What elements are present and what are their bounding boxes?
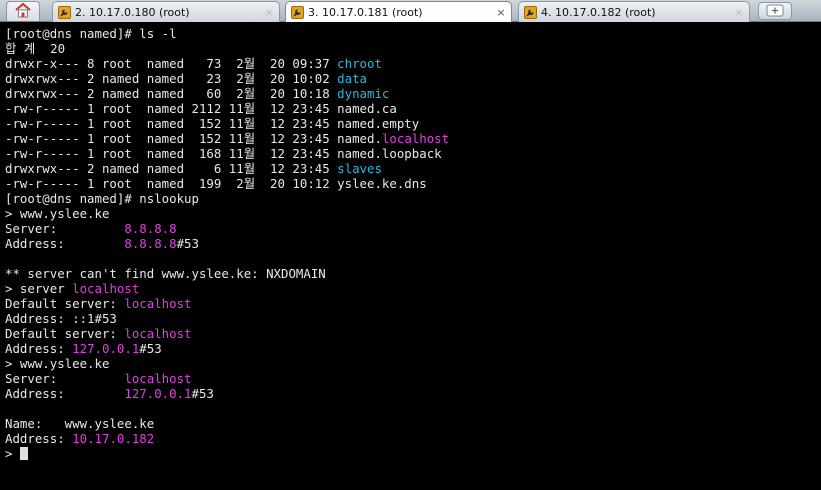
terminal-text: drwxrwx--- 2 named named 60 2월 20 10:18 (5, 86, 338, 101)
terminal-line: -rw-r----- 1 root named 2112 11월 12 23:4… (5, 101, 821, 116)
terminal-text: > www.yslee.ke (5, 356, 110, 371)
terminal-text: Address: (5, 431, 73, 446)
terminal-text: -rw-r----- 1 root named 168 11월 12 23:45… (5, 146, 442, 161)
highlighted-text: 127.0.0.1 (124, 386, 192, 401)
terminal-text: Address: (5, 386, 125, 401)
close-icon[interactable]: × (732, 6, 746, 19)
terminal-output[interactable]: [root@dns named]# ls -l 합 계 20 drwxr-x--- … (0, 22, 821, 490)
terminal-text: [root@dns named]# ls -l (5, 26, 177, 41)
terminal-line: > www.yslee.ke (5, 356, 821, 371)
highlighted-text: localhost (381, 131, 450, 146)
highlighted-text: localhost (124, 296, 192, 311)
directory-name: data (337, 71, 368, 86)
highlighted-text: localhost (124, 326, 192, 341)
terminal-line: Address: 127.0.0.1#53 (5, 386, 821, 401)
terminal-line: Address: ::1#53 (5, 311, 821, 326)
terminal-line: Address: 10.17.0.182 (5, 431, 821, 446)
terminal-text: ** server can't find www.yslee.ke: NXDOM… (5, 266, 326, 281)
terminal-line: drwxrwx--- 2 named named 6 11월 12 23:45 … (5, 161, 821, 176)
terminal-text: > www.yslee.ke (5, 206, 110, 221)
terminal-text: #53 (176, 236, 199, 251)
terminal-line: Default server: localhost (5, 326, 821, 341)
tab-label: 2. 10.17.0.180 (root) (75, 5, 190, 19)
highlighted-text: 10.17.0.182 (72, 431, 155, 446)
terminal-text: Name: www.yslee.ke (5, 416, 155, 431)
terminal-line: > server localhost (5, 281, 821, 296)
terminal-text: drwxr-x--- 8 root named 73 2월 20 09:37 (5, 56, 338, 71)
highlighted-text: 8.8.8.8 (124, 221, 177, 236)
terminal-line: Address: 127.0.0.1#53 (5, 341, 821, 356)
terminal-text: > (5, 446, 20, 461)
directory-name: chroot (337, 56, 382, 71)
wrench-icon (58, 5, 71, 19)
terminal-line: ** server can't find www.yslee.ke: NXDOM… (5, 266, 821, 281)
terminal-line: -rw-r----- 1 root named 152 11월 12 23:45… (5, 116, 821, 131)
highlighted-text: localhost (72, 281, 140, 296)
terminal-text: drwxrwx--- 2 named named 23 2월 20 10:02 (5, 71, 338, 86)
terminal-text: drwxrwx--- 2 named named 6 11월 12 23:45 (5, 161, 338, 176)
wrench-icon (524, 5, 537, 19)
terminal-text: Address: (5, 236, 125, 251)
wrench-icon (291, 6, 304, 19)
terminal-text: Default server: (5, 326, 125, 341)
terminal-line: Name: www.yslee.ke (5, 416, 821, 431)
terminal-line: drwxrwx--- 2 named named 60 2월 20 10:18 … (5, 86, 821, 101)
terminal-text: Server: (5, 221, 125, 236)
terminal-line: Address: 8.8.8.8#53 (5, 236, 821, 251)
directory-name: slaves (337, 161, 382, 176)
terminal-text: > server (5, 281, 73, 296)
terminal-text: Server: (5, 371, 125, 386)
terminal-text: -rw-r----- 1 root named 199 2월 20 10:12 … (5, 176, 427, 191)
terminal-line: -rw-r----- 1 root named 199 2월 20 10:12 … (5, 176, 821, 191)
highlighted-text: localhost (124, 371, 192, 386)
tab-bar: 2. 10.17.0.180 (root) × 3. 10.17.0.181 (… (0, 0, 821, 23)
terminal-line: > (5, 446, 821, 461)
terminal-text: #53 (191, 386, 214, 401)
terminal-line: Server: localhost (5, 371, 821, 386)
terminal-text: -rw-r----- 1 root named 152 11월 12 23:45… (5, 131, 382, 146)
tab-session-3[interactable]: 3. 10.17.0.181 (root) × (285, 1, 512, 23)
text-cursor (19, 447, 28, 460)
tab-session-2[interactable]: 2. 10.17.0.180 (root) × (52, 1, 280, 22)
terminal-text: Default server: (5, 296, 125, 311)
terminal-line: -rw-r----- 1 root named 152 11월 12 23:45… (5, 131, 821, 146)
tab-label: 4. 10.17.0.182 (root) (541, 5, 656, 19)
highlighted-text: 127.0.0.1 (72, 341, 140, 356)
terminal-line: [root@dns named]# nslookup (5, 191, 821, 206)
new-tab-icon (766, 2, 784, 21)
terminal-text: 합 계 20 (5, 41, 66, 56)
terminal-line: Server: 8.8.8.8 (5, 221, 821, 236)
close-icon[interactable]: × (494, 6, 508, 19)
tab-session-4[interactable]: 4. 10.17.0.182 (root) × (518, 1, 750, 22)
terminal-line: drwxrwx--- 2 named named 23 2월 20 10:02 … (5, 71, 821, 86)
terminal-text: -rw-r----- 1 root named 2112 11월 12 23:4… (5, 101, 397, 116)
terminal-line: Default server: localhost (5, 296, 821, 311)
home-button[interactable] (6, 1, 40, 21)
terminal-text: Address: ::1#53 (5, 311, 117, 326)
terminal-line: -rw-r----- 1 root named 168 11월 12 23:45… (5, 146, 821, 161)
terminal-line: > www.yslee.ke (5, 206, 821, 221)
terminal-text: -rw-r----- 1 root named 152 11월 12 23:45… (5, 116, 420, 131)
terminal-line: [root@dns named]# ls -l (5, 26, 821, 41)
home-icon (14, 2, 32, 22)
terminal-line: 합 계 20 (5, 41, 821, 56)
terminal-text: [root@dns named]# nslookup (5, 191, 199, 206)
terminal-text: Address: (5, 341, 73, 356)
directory-name: dynamic (337, 86, 390, 101)
new-tab-button[interactable] (758, 2, 792, 20)
highlighted-text: 8.8.8.8 (124, 236, 177, 251)
tab-label: 3. 10.17.0.181 (root) (308, 6, 423, 19)
terminal-text: #53 (139, 341, 162, 356)
terminal-line: drwxr-x--- 8 root named 73 2월 20 09:37 c… (5, 56, 821, 71)
close-icon[interactable]: × (262, 6, 276, 19)
